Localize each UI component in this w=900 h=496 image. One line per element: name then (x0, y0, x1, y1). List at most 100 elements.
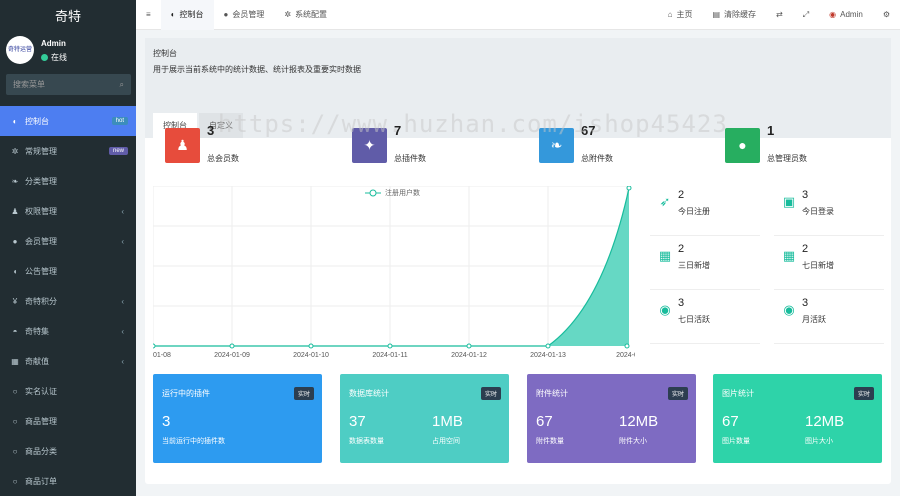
mini-number: 3 (802, 189, 809, 201)
tab-settings[interactable]: ✲ 系统配置 (274, 0, 337, 30)
sidebar-item-3[interactable]: ♟ 权限管理 ‹ (0, 196, 136, 226)
online-dot-icon (41, 54, 48, 61)
tab-label: 系统配置 (295, 10, 328, 19)
sidebar-item-4[interactable]: ● 会员管理 ‹ (0, 226, 136, 256)
data-point (153, 343, 156, 349)
data-point (308, 343, 314, 349)
trash-icon: ▤ (712, 10, 721, 19)
register-chart: 01-08 2024-01-09 2024-01-10 2024-01-11 2024-… (153, 186, 635, 359)
magic-icon: ✦ (352, 127, 387, 163)
group-icon: ♟ (11, 206, 19, 216)
user-circle-icon: ◉ (659, 302, 671, 317)
user-menu[interactable]: ◉ Admin (819, 0, 873, 30)
page-title: 控制台 (153, 49, 177, 58)
chevron-left-icon: ‹ (121, 206, 124, 216)
dashboard-icon: ◐ (12, 116, 18, 126)
card-label-2: 图片大小 (805, 438, 833, 445)
sidebar-item-8[interactable]: ▦ 奇献值 ‹ (0, 346, 136, 376)
mini-number: 3 (678, 297, 685, 309)
card-title: 附件统计 (536, 389, 568, 398)
card-value-2: 12MB (805, 413, 845, 430)
tab-custom[interactable]: 自定义 (199, 113, 243, 138)
mini-label: 今日注册 (678, 207, 710, 216)
stat-label: 总管理员数 (767, 154, 807, 163)
topbar: ≡ ◐ 控制台 ● 会员管理 ✲ 系统配置 ⌂ 主页 ▤ 清除缓存 ⇄ ⤢ ◉ Admin … (136, 0, 900, 30)
sidebar-item-6[interactable]: ¥ 奇特积分 ‹ (0, 286, 136, 316)
sidebar-item-5[interactable]: ◖ 公告管理 (0, 256, 136, 286)
sidebar-search-input[interactable]: 搜索菜单 ⌕ (6, 74, 131, 95)
dashboard-icon: ◐ (170, 10, 176, 19)
tick-label: 2024-01-11 (372, 352, 407, 359)
sidebar-item-11[interactable]: ○ 商品分类 (0, 436, 136, 466)
clear-cache-label: 清除缓存 (724, 10, 757, 19)
card-label-2: 占用空间 (432, 438, 460, 445)
card-badge: 实时 (853, 387, 874, 400)
sidebar-item-10[interactable]: ○ 商品管理 (0, 406, 136, 436)
mini-label: 七日新增 (802, 261, 834, 270)
sidebar-item-9[interactable]: ○ 实名认证 (0, 376, 136, 406)
sidebar-item-label: 公告管理 (25, 266, 57, 276)
topbar-right: ⌂ 主页 ▤ 清除缓存 ⇄ ⤢ ◉ Admin ⚙ (658, 0, 900, 30)
sidebar-item-1[interactable]: ✲ 常规管理 new (0, 136, 136, 166)
brand-logo[interactable]: 奇特 (0, 0, 136, 30)
language-icon[interactable]: ⇄ (766, 0, 793, 30)
card-value-2: 12MB (619, 413, 659, 430)
gear-icon: ✲ (284, 10, 292, 19)
mini-stat: ▦ 2 七日新增 (774, 240, 884, 290)
clear-cache-button[interactable]: ▤ 清除缓存 (702, 0, 766, 30)
avatar: 奇特运营 (6, 36, 34, 64)
area-fill (548, 188, 629, 346)
card-badge: 实时 (293, 387, 314, 400)
card-title: 数据库统计 (349, 389, 389, 398)
card-label-1: 附件数量 (536, 438, 564, 445)
fullscreen-icon[interactable]: ⤢ (793, 0, 819, 30)
search-icon[interactable]: ⌕ (120, 80, 124, 90)
mini-label: 七日活跃 (678, 315, 710, 324)
mini-number: 3 (802, 297, 809, 309)
settings-icon[interactable]: ⚙ (873, 0, 900, 30)
circle-icon: ○ (12, 386, 18, 396)
page-header: 控制台 用于展示当前系统中的统计数据、统计报表及重要实时数据 控制台 自定义 (145, 38, 891, 138)
home-link[interactable]: ⌂ 主页 (658, 0, 703, 30)
user-status: 在线 (41, 52, 67, 63)
status-text: 在线 (51, 53, 67, 62)
card-label-1: 图片数量 (722, 438, 750, 445)
avatar-small-icon: ◉ (829, 10, 837, 19)
card-label-1: 数据表数量 (349, 438, 384, 445)
leaf-icon: ❧ (11, 176, 19, 186)
card-badge: 实时 (480, 387, 501, 400)
tab-label: 控制台 (179, 10, 204, 19)
stat-card: ❧ 67 总附件数 (539, 123, 613, 163)
circle-icon: ○ (12, 446, 18, 456)
legend-marker (369, 189, 377, 197)
mini-number: 2 (802, 243, 809, 255)
cogs-icon: ✲ (11, 146, 19, 156)
sidebar-item-label: 奇特集 (25, 326, 49, 336)
leaf-icon: ❧ (539, 127, 574, 163)
tab-members[interactable]: ● 会员管理 (214, 0, 275, 30)
sidebar-item-0[interactable]: ◐ 控制台 hot (0, 106, 136, 136)
search-placeholder: 搜索菜单 (13, 80, 45, 89)
sidebar-item-label: 商品订单 (25, 476, 57, 486)
sidebar-item-label: 权限管理 (25, 206, 57, 216)
menu-toggle-icon[interactable]: ≡ (136, 0, 161, 30)
card-value-1: 67 (722, 413, 739, 430)
data-point (545, 343, 551, 349)
tick-label: 01-08 (153, 352, 171, 359)
vcard-icon: ▣ (782, 194, 796, 209)
sidebar-item-2[interactable]: ❧ 分类管理 (0, 166, 136, 196)
user-icon: ● (725, 127, 760, 163)
android-icon: ◓ (12, 326, 18, 336)
chevron-left-icon: ‹ (121, 326, 124, 336)
card-title: 运行中的插件 (162, 389, 210, 398)
info-card: 附件统计 实时 67 附件数量 12MB 附件大小 (527, 374, 696, 463)
mini-label: 三日新增 (678, 261, 710, 270)
home-icon: ⌂ (667, 10, 673, 19)
sidebar-item-label: 奇献值 (25, 356, 49, 366)
chevron-left-icon: ‹ (121, 356, 124, 366)
card-value-1: 37 (349, 413, 366, 430)
sidebar-item-12[interactable]: ○ 商品订单 (0, 466, 136, 496)
tab-dashboard[interactable]: ◐ 控制台 (160, 0, 214, 30)
sidebar-item-7[interactable]: ◓ 奇特集 ‹ (0, 316, 136, 346)
mini-label: 月活跃 (802, 315, 826, 324)
